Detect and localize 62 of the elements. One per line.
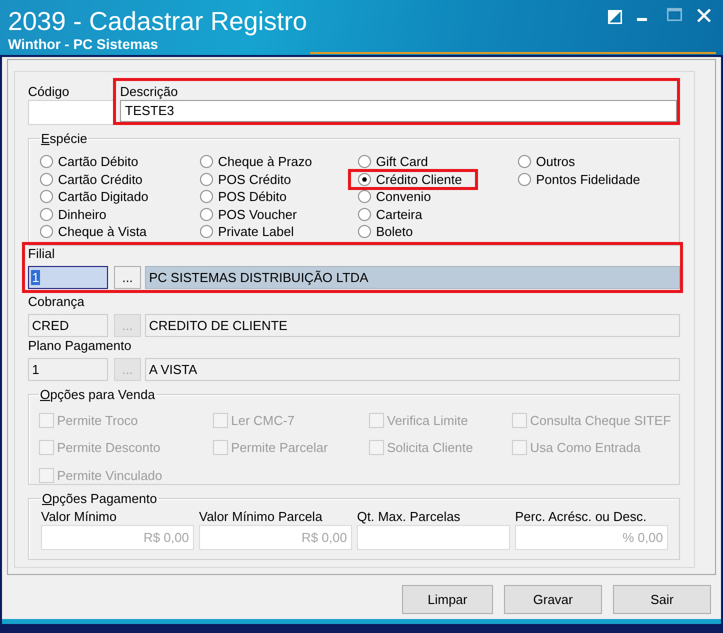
- radio-option[interactable]: Carteira: [358, 208, 422, 221]
- radio-button[interactable]: [40, 155, 53, 168]
- group-title: Espécie: [40, 131, 88, 146]
- field-label: Filial: [28, 246, 55, 261]
- radio-option[interactable]: POS Débito: [200, 190, 287, 204]
- description-field[interactable]: PC SISTEMAS DISTRIBUIÇÃO LTDA: [145, 266, 680, 289]
- radio-option[interactable]: Convenio: [358, 190, 431, 204]
- radio-button[interactable]: [358, 155, 371, 168]
- radio-option[interactable]: Boleto: [358, 225, 413, 238]
- field-label: Valor Mínimo Parcela: [199, 509, 322, 524]
- dialog-button[interactable]: Gravar: [504, 585, 602, 614]
- radio-button[interactable]: [200, 172, 213, 186]
- radio-button[interactable]: [200, 225, 213, 238]
- radio-option[interactable]: Cartão Débito: [40, 155, 138, 168]
- half-filled-square-icon[interactable]: [608, 10, 622, 24]
- radio-option[interactable]: Private Label: [200, 225, 294, 238]
- radio-option[interactable]: POS Crédito: [200, 172, 291, 186]
- radio-button[interactable]: [200, 208, 213, 221]
- radio-button[interactable]: [200, 190, 213, 204]
- radio-option[interactable]: POS Voucher: [200, 208, 297, 221]
- radio-button[interactable]: [518, 155, 531, 168]
- radio-option[interactable]: Cartão Crédito: [40, 172, 143, 186]
- radio-button[interactable]: [358, 225, 371, 238]
- input-field[interactable]: % 0,00: [515, 525, 668, 550]
- input-field[interactable]: [357, 525, 510, 550]
- radio-option[interactable]: Gift Card: [358, 155, 428, 168]
- window-title: 2039 - Cadastrar Registro: [8, 6, 308, 36]
- code-field[interactable]: 1: [28, 266, 108, 289]
- radio-option[interactable]: Dinheiro: [40, 208, 106, 221]
- radio-option[interactable]: Cheque à Prazo: [200, 155, 312, 168]
- window-subtitle: Winthor - PC Sistemas: [8, 36, 158, 52]
- radio-button[interactable]: [40, 225, 53, 238]
- close-icon[interactable]: [697, 9, 711, 22]
- group-title: Opções para Venda: [39, 387, 156, 402]
- radio-button[interactable]: [200, 155, 213, 168]
- input-field[interactable]: TESTE3: [120, 100, 677, 122]
- lookup-button[interactable]: ...: [114, 266, 141, 289]
- field-label: Valor Mínimo: [41, 509, 117, 524]
- radio-button[interactable]: [40, 190, 53, 204]
- input-field[interactable]: R$ 0,00: [199, 525, 352, 550]
- input-field[interactable]: [28, 100, 115, 125]
- field-label: Perc. Acrésc. ou Desc.: [515, 509, 646, 524]
- dialog-button[interactable]: Sair: [613, 585, 711, 614]
- radio-option[interactable]: Cheque à Vista: [40, 225, 147, 238]
- radio-option[interactable]: Outros: [518, 155, 576, 168]
- radio-button[interactable]: [40, 208, 53, 221]
- dialog-button[interactable]: Limpar: [402, 585, 493, 614]
- radio-option[interactable]: Crédito Cliente: [358, 172, 462, 186]
- field-label: Descrição: [120, 84, 178, 99]
- field-label: Plano Pagamento: [28, 338, 132, 353]
- field-label: Código: [28, 84, 70, 99]
- radio-button[interactable]: [40, 172, 53, 186]
- radio-button[interactable]: [358, 190, 371, 204]
- radio-option[interactable]: Cartão Digitado: [40, 190, 148, 204]
- group-title: Opções Pagamento: [41, 491, 158, 506]
- radio-button[interactable]: [518, 172, 531, 186]
- input-field[interactable]: R$ 0,00: [41, 525, 194, 550]
- field-label: Cobrança: [28, 294, 84, 309]
- radio-option[interactable]: Pontos Fidelidade: [518, 172, 640, 186]
- radio-button[interactable]: [358, 172, 371, 186]
- field-label: Qt. Max. Parcelas: [357, 509, 460, 524]
- radio-button[interactable]: [358, 208, 371, 221]
